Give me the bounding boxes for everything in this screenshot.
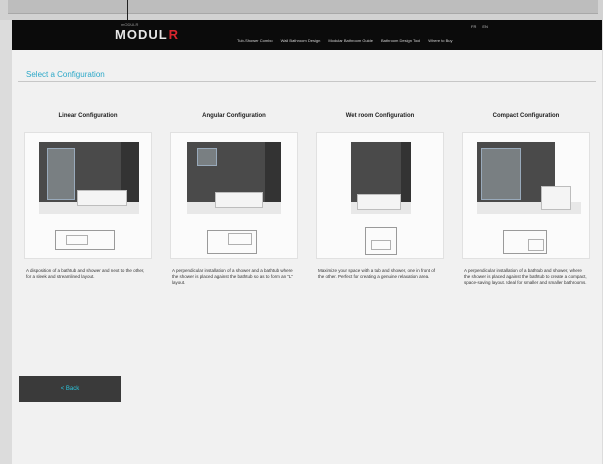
brand-main-text: MODUL bbox=[115, 27, 168, 42]
browser-viewport: mODULR MODUL R FR EN Tub-Shower Combo Wa… bbox=[12, 20, 602, 464]
nav-link-where-to-buy[interactable]: Where to Buy bbox=[428, 38, 452, 43]
card-title: Wet room Configuration bbox=[345, 113, 415, 119]
config-card-angular[interactable]: Angular Configuration A perpendicular in… bbox=[170, 113, 298, 286]
render-bathtub bbox=[215, 192, 263, 208]
nav-link-wall-design[interactable]: Wall Bathroom Design bbox=[281, 38, 321, 43]
floor-plan-wet-room bbox=[365, 227, 397, 255]
card-title: Linear Configuration bbox=[58, 113, 118, 119]
render-bathtub bbox=[77, 190, 127, 206]
floor-plan-linear bbox=[55, 230, 115, 250]
floor-plan-inner bbox=[228, 233, 252, 245]
render-glass-panel bbox=[47, 148, 75, 200]
page-title: Select a Configuration bbox=[26, 70, 105, 79]
card-description: A perpendicular installation of a shower… bbox=[172, 268, 294, 285]
monitor-bezel bbox=[0, 0, 603, 20]
config-image-linear[interactable] bbox=[24, 132, 152, 259]
card-description: A perpendicular installation of a bathtu… bbox=[464, 268, 587, 285]
title-divider bbox=[18, 81, 596, 82]
language-link-en[interactable]: EN bbox=[482, 24, 488, 29]
back-button-label: < Back bbox=[60, 386, 80, 392]
render-glass-panel bbox=[481, 148, 521, 200]
floor-plan-angular bbox=[207, 230, 257, 254]
config-card-compact[interactable]: Compact Configuration A perpendicular in… bbox=[462, 113, 590, 286]
brand-logo[interactable]: MODUL R bbox=[115, 27, 178, 43]
compact-render bbox=[477, 142, 581, 214]
config-image-angular[interactable] bbox=[170, 132, 298, 259]
render-shower-base bbox=[357, 194, 401, 210]
config-image-wet-room[interactable] bbox=[316, 132, 444, 259]
brand-accent-text: R bbox=[168, 27, 179, 42]
config-card-linear[interactable]: Linear Configuration A disposition of a … bbox=[24, 113, 152, 280]
nav-link-tub-shower[interactable]: Tub-Shower Combo bbox=[237, 38, 273, 43]
top-navbar: mODULR MODUL R FR EN Tub-Shower Combo Wa… bbox=[12, 20, 602, 50]
annotation-pointer-line bbox=[127, 0, 128, 21]
nav-link-guide[interactable]: Modular Bathroom Guide bbox=[328, 38, 373, 43]
card-description: A disposition of a bathtub and shower an… bbox=[26, 268, 145, 279]
render-bathtub bbox=[541, 186, 571, 210]
floor-plan-compact bbox=[503, 230, 547, 254]
card-title: Angular Configuration bbox=[202, 113, 266, 119]
floor-plan-inner bbox=[66, 235, 88, 245]
card-description: Maximize your space with a tub and showe… bbox=[318, 268, 436, 279]
render-shower-head-area bbox=[197, 148, 217, 166]
render-side-wall bbox=[265, 142, 281, 206]
main-nav: Tub-Shower Combo Wall Bathroom Design Mo… bbox=[237, 38, 453, 43]
config-card-wet-room[interactable]: Wet room Configuration Maximize your spa… bbox=[316, 113, 444, 280]
config-image-compact[interactable] bbox=[462, 132, 590, 259]
card-title: Compact Configuration bbox=[492, 113, 560, 119]
linear-render bbox=[39, 142, 139, 214]
angular-render bbox=[187, 142, 281, 214]
wet-room-render bbox=[351, 142, 411, 214]
language-link-fr[interactable]: FR bbox=[471, 24, 476, 29]
back-button[interactable]: < Back bbox=[19, 376, 121, 402]
render-side-wall bbox=[401, 142, 411, 206]
floor-plan-inner bbox=[528, 239, 544, 251]
bezel-strip bbox=[8, 0, 598, 14]
language-switcher: FR EN bbox=[471, 24, 488, 29]
nav-link-design-tool[interactable]: Bathroom Design Tool bbox=[381, 38, 420, 43]
floor-plan-inner bbox=[371, 240, 391, 250]
